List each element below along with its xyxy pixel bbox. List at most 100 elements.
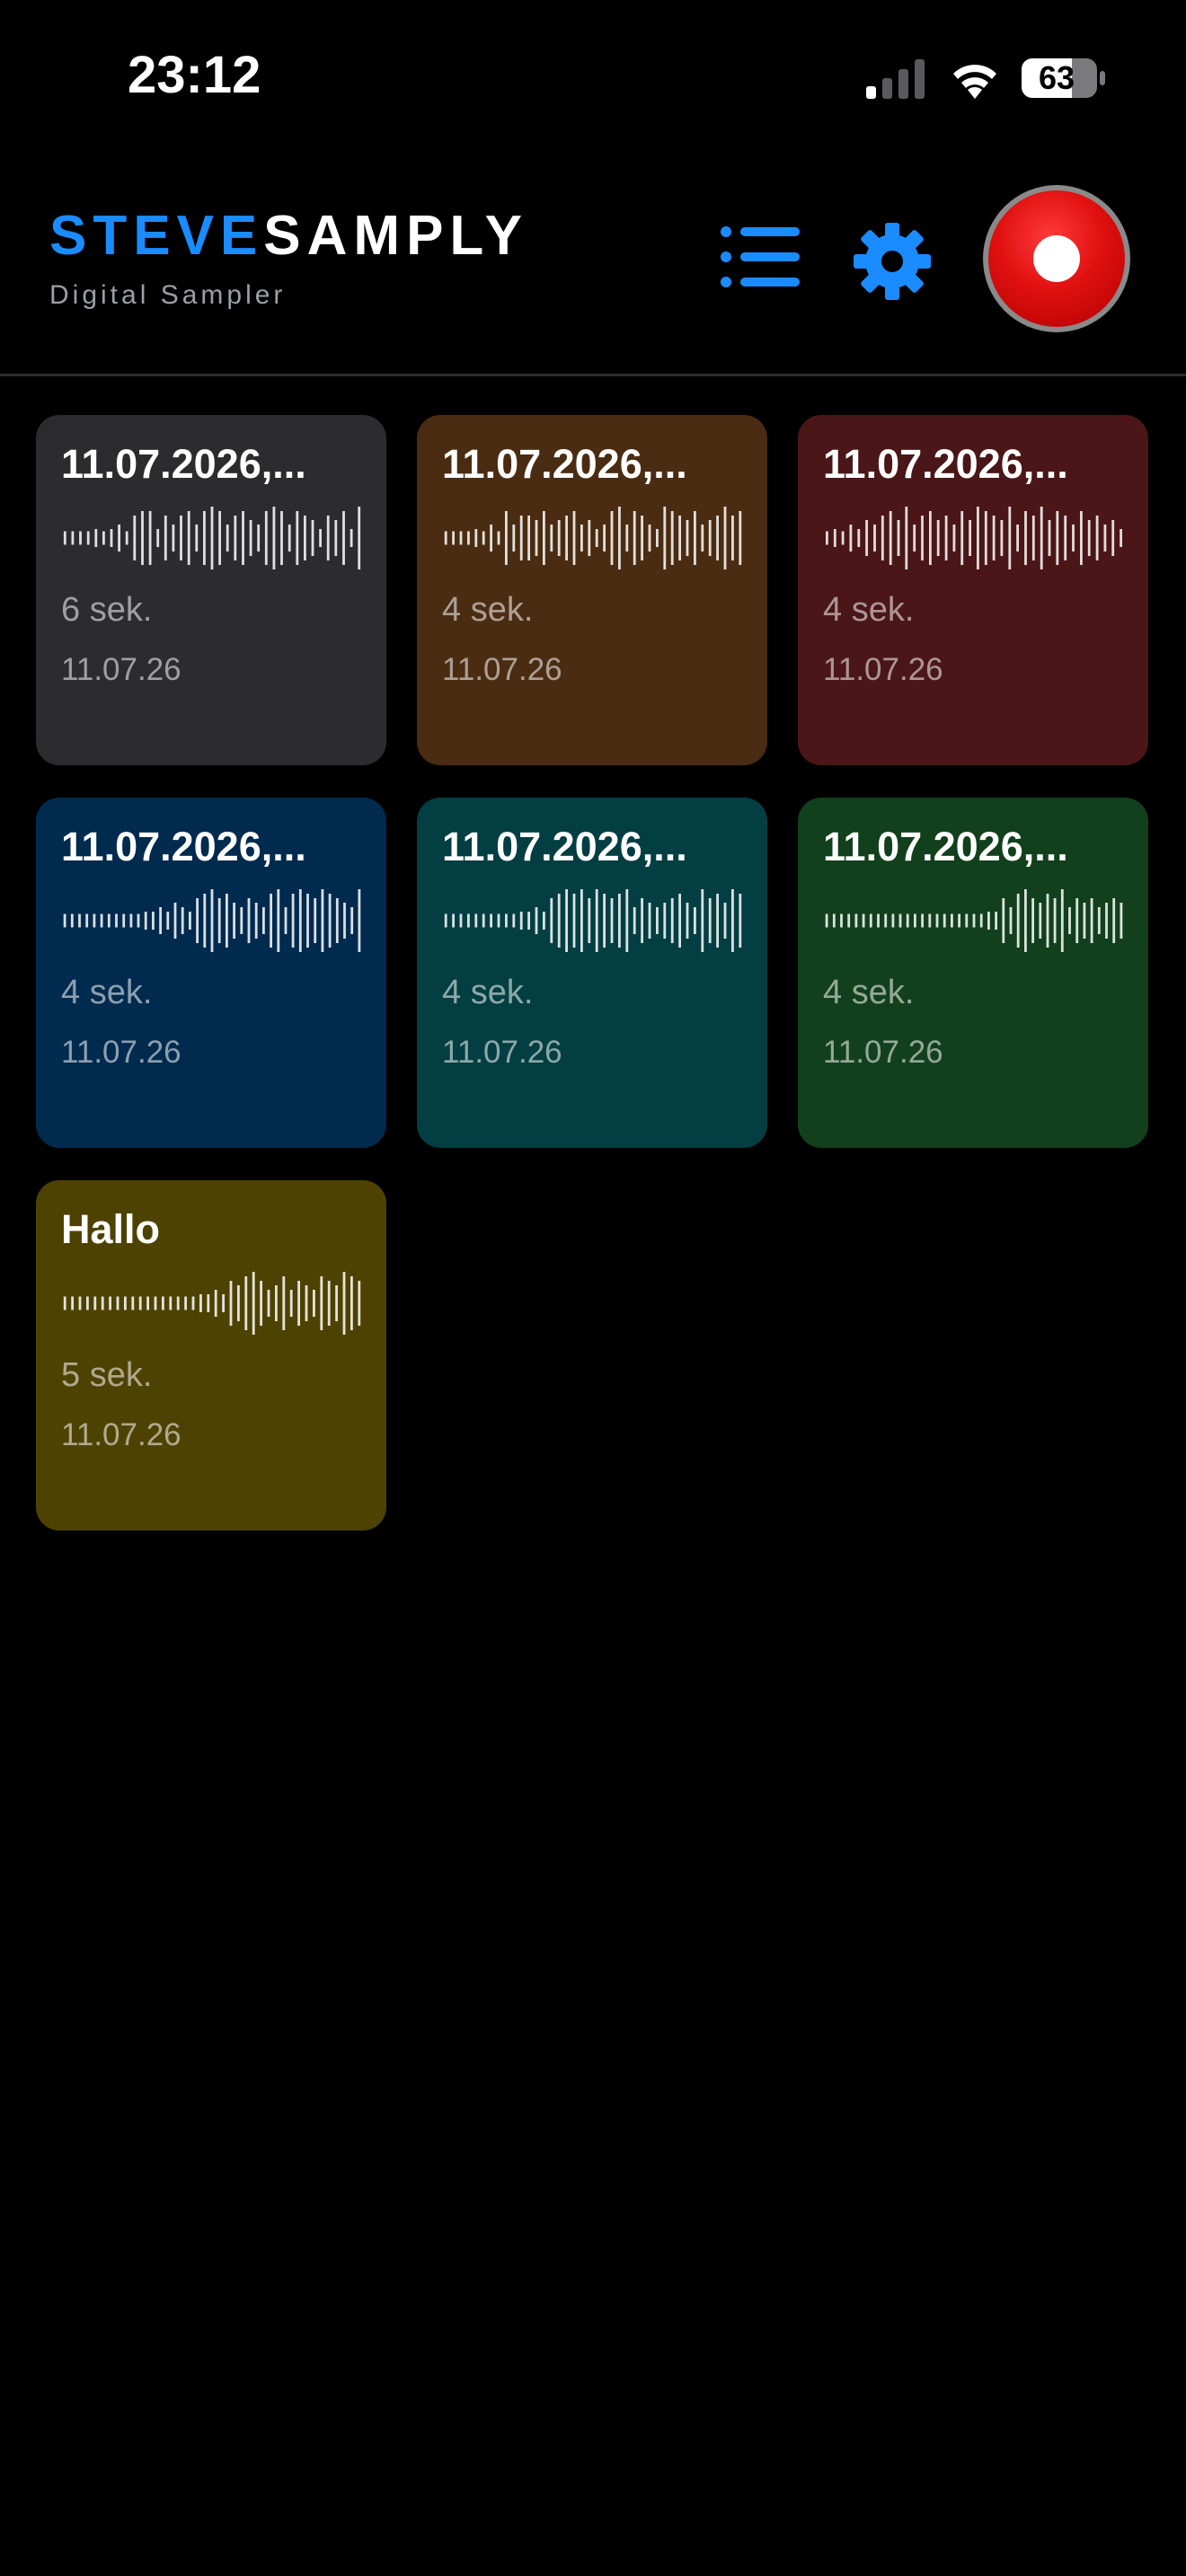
- app-subtitle: Digital Sampler: [49, 280, 287, 310]
- waveform-bar: [358, 507, 361, 569]
- waveform-bar: [610, 511, 614, 565]
- waveform-bar: [873, 525, 876, 551]
- waveform-bar: [505, 511, 508, 565]
- waveform-bar: [739, 894, 742, 948]
- settings-gear-button[interactable]: [852, 221, 933, 302]
- sample-card[interactable]: 11.07.2026,... 4 sek. 11.07.26: [36, 798, 386, 1148]
- waveform-bar: [865, 520, 868, 556]
- waveform-bar: [670, 511, 674, 565]
- waveform-bar: [618, 507, 621, 569]
- waveform-bar: [663, 903, 667, 939]
- waveform-bar: [282, 1276, 286, 1330]
- waveform-bar: [125, 531, 128, 545]
- waveform-bar: [625, 889, 629, 952]
- waveform-bar: [144, 912, 147, 930]
- waveform-bar: [958, 913, 960, 928]
- waveform-bar: [1024, 889, 1027, 952]
- sample-card[interactable]: 11.07.2026,... 4 sek. 11.07.26: [798, 798, 1148, 1148]
- waveform-bar: [952, 525, 956, 551]
- waveform-bar: [358, 1281, 361, 1326]
- waveform-bar: [641, 898, 643, 943]
- waveform-bar: [240, 907, 243, 934]
- waveform: [444, 507, 742, 569]
- sample-duration: 6 sek.: [61, 591, 153, 629]
- waveform-bar: [86, 531, 90, 545]
- list-icon: [721, 226, 800, 287]
- waveform-bar: [588, 898, 591, 943]
- waveform-bar: [543, 511, 545, 565]
- waveform-bar: [921, 913, 924, 928]
- waveform-bar: [444, 531, 447, 545]
- record-button-face: [988, 190, 1125, 327]
- cellular-signal-icon: [866, 59, 925, 99]
- waveform-bar: [166, 912, 170, 930]
- sample-duration: 4 sek.: [823, 591, 915, 629]
- waveform-bar: [203, 511, 206, 565]
- waveform-bar: [921, 516, 924, 560]
- waveform-bar: [141, 511, 144, 565]
- waveform-bar: [247, 898, 251, 943]
- waveform-bar: [951, 913, 953, 928]
- sample-title: 11.07.2026,...: [61, 441, 306, 487]
- waveform-bar: [289, 1290, 293, 1317]
- waveform-bar: [335, 1285, 338, 1321]
- waveform-bar: [1111, 520, 1115, 556]
- waveform-bar: [595, 529, 598, 547]
- waveform-bar: [1016, 525, 1019, 551]
- waveform-bar: [995, 912, 997, 930]
- sample-duration: 4 sek.: [61, 974, 153, 1011]
- logo-part-samply: SAMPLY: [263, 205, 528, 267]
- sample-card[interactable]: 11.07.2026,... 6 sek. 11.07.26: [36, 415, 386, 765]
- waveform-bar: [277, 889, 280, 952]
- waveform-bar: [217, 898, 221, 943]
- sample-card[interactable]: 11.07.2026,... 4 sek. 11.07.26: [417, 798, 767, 1148]
- waveform-bar: [1009, 907, 1013, 934]
- waveform-bar: [944, 516, 948, 560]
- waveform-bar: [543, 912, 545, 930]
- waveform-bar: [100, 913, 103, 928]
- sample-card[interactable]: Hallo 5 sek. 11.07.26: [36, 1180, 386, 1531]
- record-dot-icon: [1033, 235, 1080, 282]
- waveform-bar: [169, 1296, 173, 1310]
- waveform: [63, 889, 361, 952]
- waveform-bar: [173, 903, 177, 939]
- waveform-bar: [319, 529, 322, 547]
- waveform-bar: [1072, 525, 1075, 551]
- waveform-bar: [898, 913, 902, 928]
- waveform-bar: [987, 912, 990, 930]
- waveform-bar: [101, 1296, 104, 1310]
- waveform-bar: [291, 894, 295, 948]
- record-button[interactable]: [983, 185, 1130, 332]
- waveform-bar: [641, 516, 643, 560]
- waveform-bar: [156, 529, 160, 547]
- waveform-bar: [897, 520, 900, 556]
- waveform-bar: [992, 516, 996, 560]
- waveform-bar: [512, 525, 516, 551]
- waveform-bar: [550, 898, 553, 943]
- waveform-bar: [342, 1272, 346, 1335]
- waveform-bar: [723, 507, 727, 569]
- waveform-bar: [625, 525, 629, 551]
- waveform-bar: [343, 903, 346, 939]
- sample-date: 11.07.26: [61, 652, 181, 687]
- waveform-bar: [350, 907, 354, 934]
- waveform-bar: [306, 894, 309, 948]
- waveform-bar: [226, 894, 228, 948]
- waveform-bar: [207, 1294, 210, 1312]
- waveform-bar: [1080, 511, 1083, 565]
- waveform-bar: [595, 889, 598, 952]
- list-menu-button[interactable]: [719, 223, 801, 291]
- sample-duration: 5 sek.: [61, 1356, 153, 1394]
- waveform-bar: [63, 913, 66, 928]
- waveform-bar: [1056, 511, 1059, 565]
- waveform-bar: [965, 913, 969, 928]
- waveform-bar: [1031, 516, 1035, 560]
- waveform-bar: [1060, 889, 1064, 952]
- waveform-bar: [862, 913, 865, 928]
- waveform-bar: [656, 529, 659, 547]
- sample-card[interactable]: 11.07.2026,... 4 sek. 11.07.26: [798, 415, 1148, 765]
- waveform-bar: [474, 913, 478, 928]
- sample-card[interactable]: 11.07.2026,... 4 sek. 11.07.26: [417, 415, 767, 765]
- waveform-bar: [257, 525, 261, 551]
- waveform-bar: [314, 898, 317, 943]
